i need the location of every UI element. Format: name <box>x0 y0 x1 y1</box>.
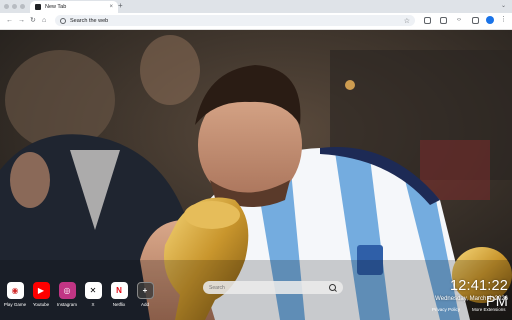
instagram-icon: ◎ <box>58 282 76 299</box>
search-icon[interactable] <box>329 284 336 291</box>
window-maximize-dot[interactable] <box>20 4 25 9</box>
newtab-favicon-icon <box>35 4 41 10</box>
code-icon[interactable]: ‹› <box>455 16 463 24</box>
browser-toolbar: ← → ↻ ⌂ Search the web ☆ ‹› ⋮ <box>0 13 512 30</box>
netflix-icon: N <box>110 282 128 299</box>
shortcut-tray: ◉ Play Game ▶ Youtube ◎ Instagram ✕ X N … <box>0 282 160 312</box>
close-icon[interactable]: × <box>109 4 113 10</box>
wallpaper <box>0 30 512 320</box>
chevron-down-icon[interactable]: ⌄ <box>501 2 506 9</box>
youtube-icon: ▶ <box>32 282 50 299</box>
bookmark-star-icon[interactable]: ☆ <box>404 17 410 25</box>
google-icon <box>60 17 66 24</box>
home-button[interactable]: ⌂ <box>42 16 46 25</box>
new-tab-button[interactable]: + <box>118 1 123 11</box>
shortcut-label: Add <box>140 302 149 307</box>
extension-icon[interactable] <box>424 17 431 24</box>
x-icon: ✕ <box>84 282 102 299</box>
translate-icon[interactable] <box>440 17 447 24</box>
address-bar-placeholder: Search the web <box>70 17 109 24</box>
tab-new-tab[interactable]: New Tab × <box>30 1 118 13</box>
wallpaper-photo <box>0 30 512 320</box>
reload-button[interactable]: ↻ <box>30 16 36 25</box>
add-icon: + <box>136 282 154 299</box>
profile-avatar[interactable] <box>486 16 494 24</box>
tab-title: New Tab <box>45 4 67 10</box>
privacy-policy-link[interactable]: Privacy Policy <box>432 307 460 312</box>
clock-date: Wednesday, March 4, 2026 <box>435 296 508 302</box>
back-button[interactable]: ← <box>6 16 13 25</box>
forward-button[interactable]: → <box>18 16 25 25</box>
menu-kebab-icon[interactable]: ⋮ <box>500 15 507 23</box>
window-close-dot[interactable] <box>4 4 9 9</box>
download-icon[interactable] <box>472 17 479 24</box>
tab-strip: New Tab × + ⌄ <box>0 0 512 13</box>
address-bar[interactable]: Search the web ☆ <box>55 15 415 26</box>
window-minimize-dot[interactable] <box>12 4 17 9</box>
more-extensions-link[interactable]: More Extensions <box>472 307 506 312</box>
search-input[interactable] <box>203 283 329 292</box>
play-game-icon: ◉ <box>6 282 24 299</box>
clock-time: 12:41:22 PM <box>449 278 508 310</box>
search-bar <box>203 281 343 294</box>
shortcut-add[interactable]: + Add <box>130 282 160 307</box>
